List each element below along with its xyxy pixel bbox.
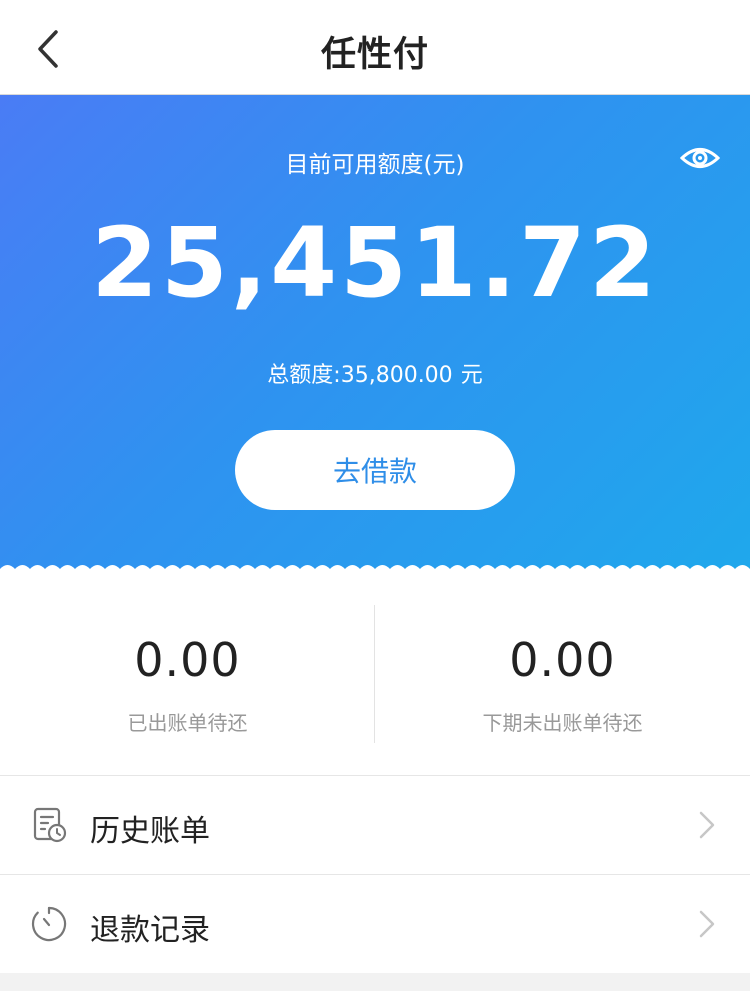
bill-history-icon bbox=[33, 807, 67, 843]
credit-card-panel: 目前可用额度(元) 25,451.72 总额度:35,800.00 元 去借款 bbox=[0, 95, 750, 575]
menu-item-label: 历史账单 bbox=[90, 814, 210, 849]
eye-icon bbox=[679, 148, 721, 168]
menu-item-bill-history[interactable]: 历史账单 bbox=[0, 776, 750, 874]
nav-bar: 任性付 bbox=[0, 0, 750, 95]
total-credit-value: 总额度:35,800.00 bbox=[267, 363, 453, 388]
toggle-visibility-button[interactable] bbox=[679, 143, 721, 173]
borrow-button[interactable]: 去借款 bbox=[235, 430, 515, 510]
billed-pending-label: 已出账单待还 bbox=[127, 711, 248, 735]
clock-icon bbox=[31, 906, 67, 942]
menu-item-refund-records[interactable]: 退款记录 bbox=[0, 875, 750, 973]
billed-pending[interactable]: 0.00 已出账单待还 bbox=[0, 575, 375, 775]
menu-item-label: 退款记录 bbox=[90, 913, 210, 948]
chevron-right-icon bbox=[699, 811, 715, 839]
unbilled-pending-value: 0.00 bbox=[509, 633, 616, 687]
billed-pending-value: 0.00 bbox=[134, 633, 241, 687]
unbilled-pending-label: 下期未出账单待还 bbox=[482, 711, 643, 735]
page-title: 任性付 bbox=[320, 35, 429, 75]
available-credit-label: 目前可用额度(元) bbox=[285, 152, 465, 178]
repayment-summary: 0.00 已出账单待还 0.00 下期未出账单待还 bbox=[0, 575, 750, 775]
available-credit-amount: 25,451.72 bbox=[91, 207, 659, 319]
unbilled-pending[interactable]: 0.00 下期未出账单待还 bbox=[375, 575, 750, 775]
chevron-right-icon bbox=[699, 910, 715, 938]
total-credit-unit: 元 bbox=[460, 363, 483, 388]
wavy-edge bbox=[0, 565, 750, 575]
total-credit: 总额度:35,800.00 元 bbox=[0, 357, 750, 389]
